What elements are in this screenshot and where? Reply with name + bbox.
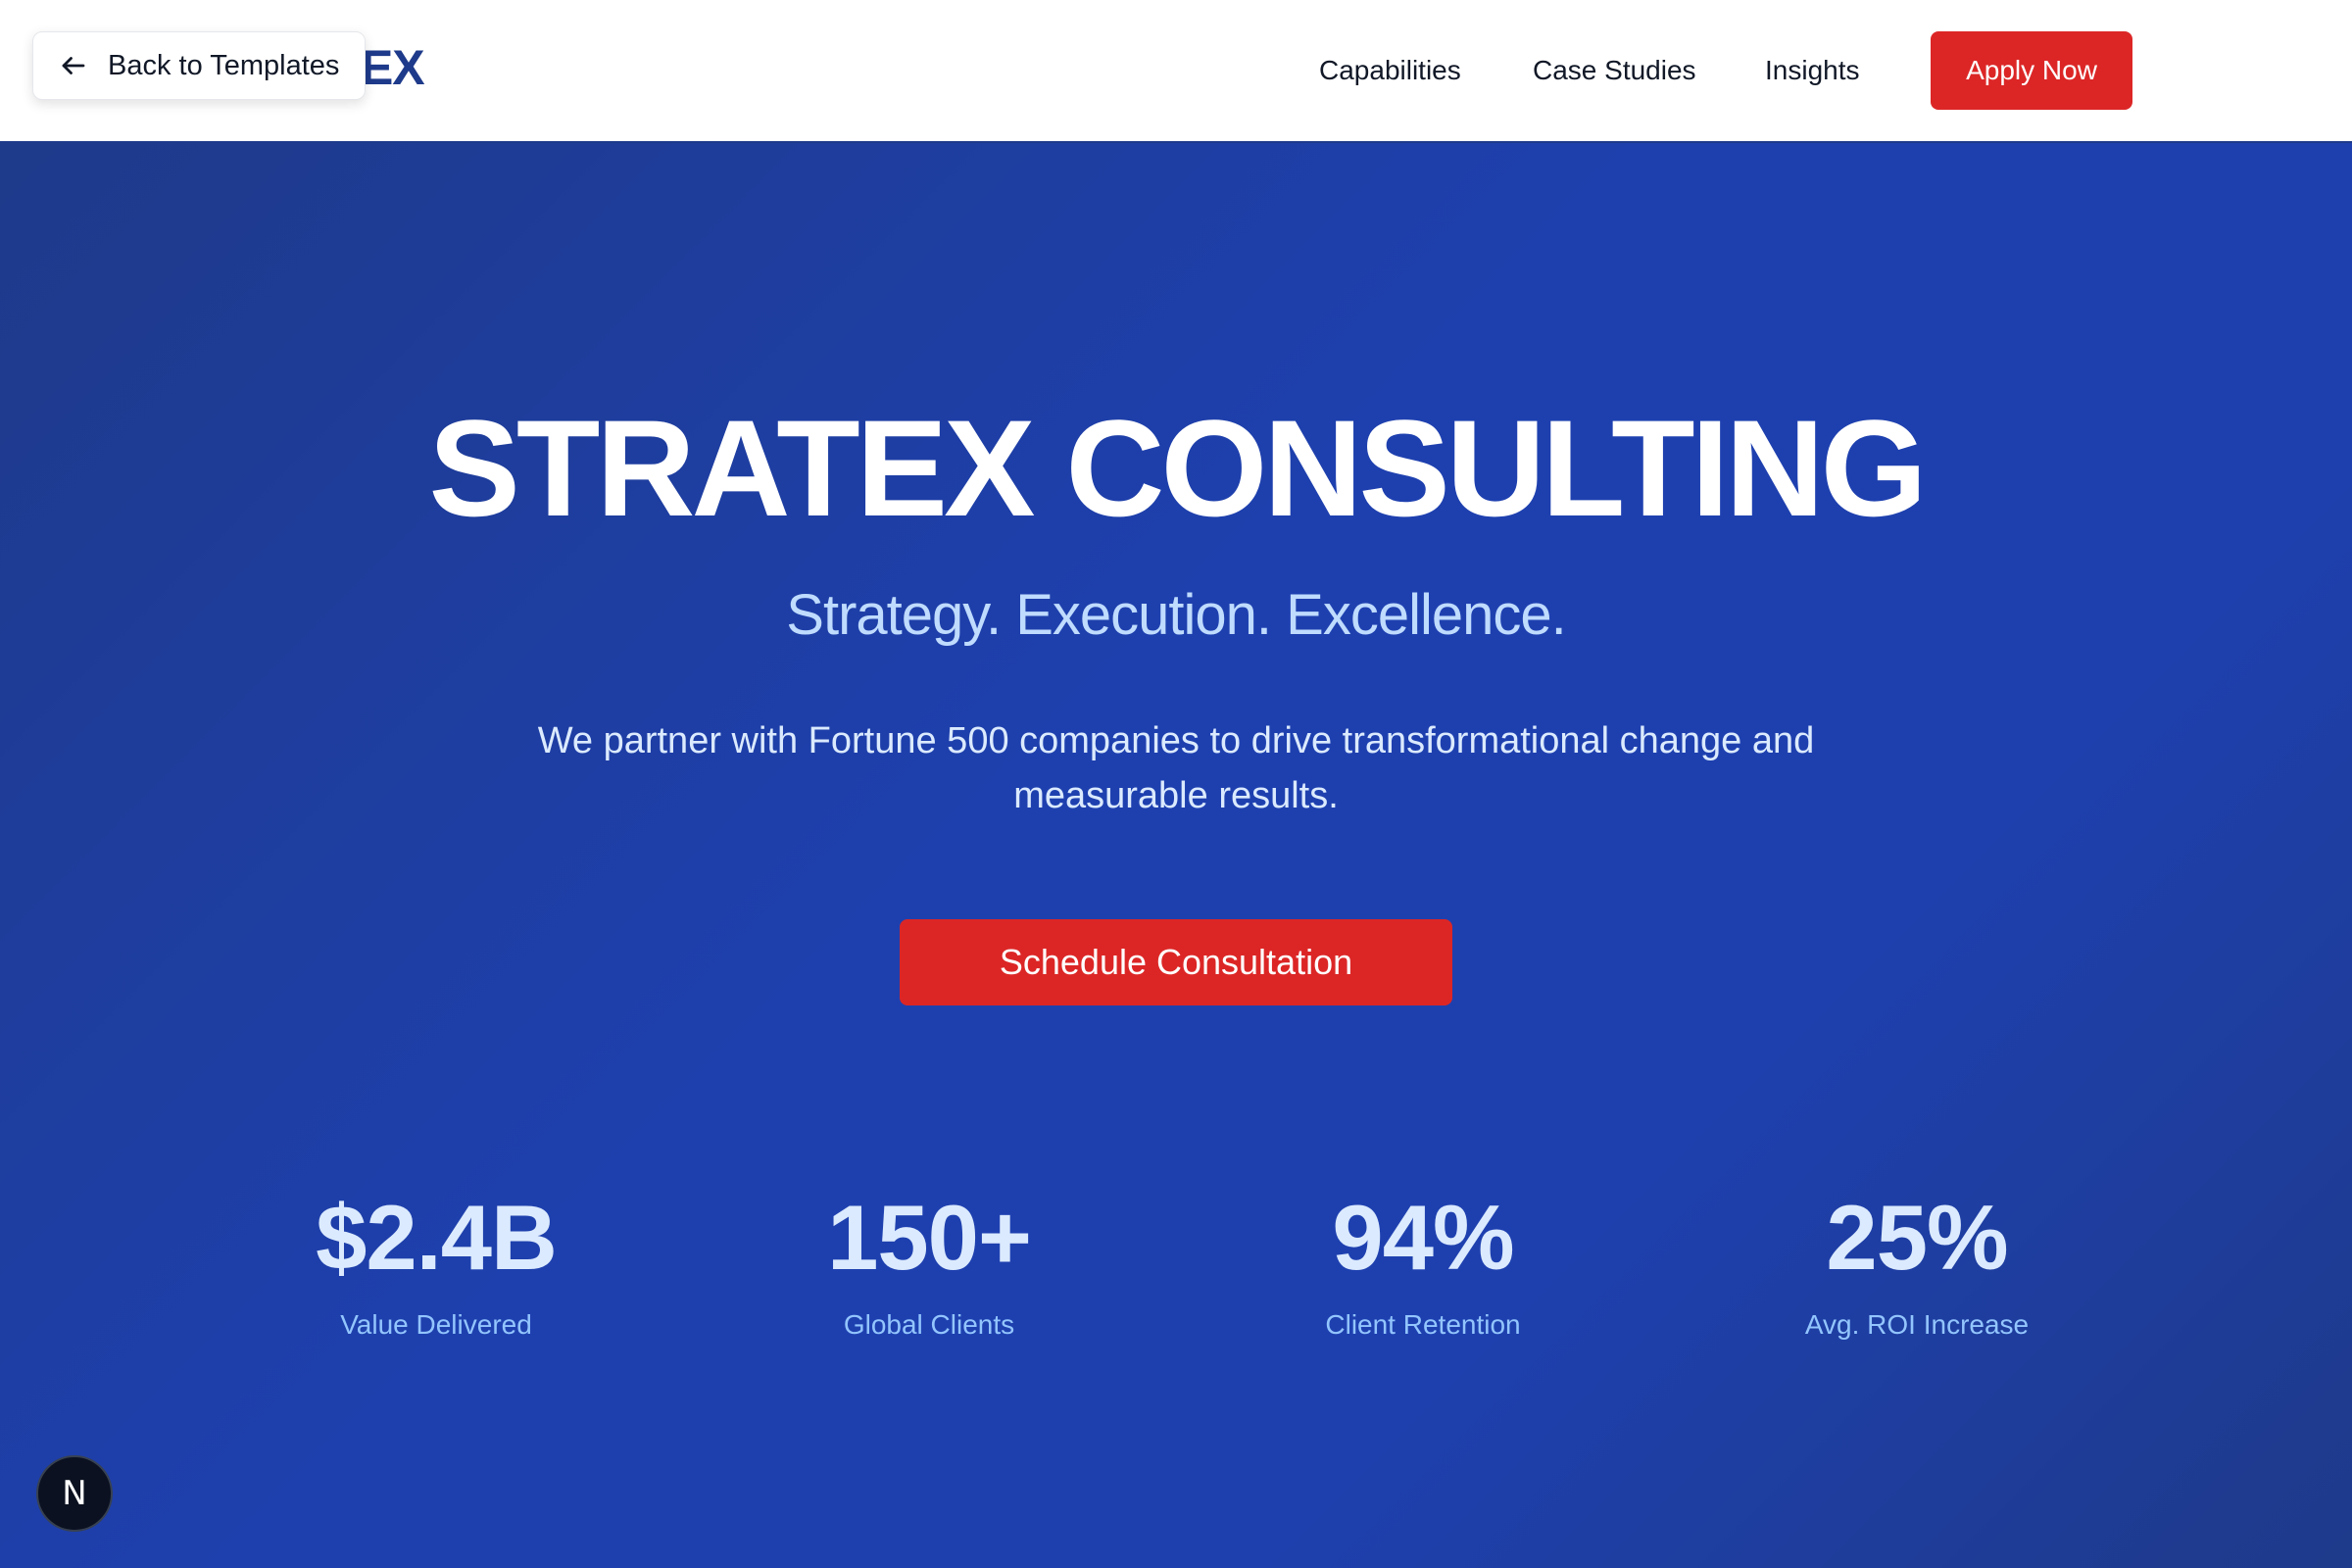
- stat-label: Value Delivered: [340, 1309, 532, 1340]
- nav-link-case-studies[interactable]: Case Studies: [1533, 55, 1696, 86]
- stat-value: $2.4B: [316, 1186, 558, 1289]
- n-logo-icon: N: [62, 1474, 87, 1513]
- stat-label: Avg. ROI Increase: [1804, 1309, 2030, 1340]
- nextjs-dev-badge[interactable]: N: [36, 1455, 113, 1532]
- back-to-templates-label: Back to Templates: [108, 49, 340, 81]
- stat-avg-roi-increase: 25% Avg. ROI Increase: [1711, 1192, 2123, 1341]
- stat-client-retention: 94% Client Retention: [1217, 1192, 1629, 1341]
- stat-value-delivered: $2.4B Value Delivered: [230, 1192, 642, 1341]
- nav-link-insights[interactable]: Insights: [1765, 55, 1860, 86]
- nav-link-capabilities[interactable]: Capabilities: [1319, 55, 1461, 86]
- stat-label: Global Clients: [843, 1309, 1015, 1340]
- hero-section: STRATEX CONSULTING Strategy. Execution. …: [0, 143, 2352, 1568]
- stat-value: 150+: [827, 1186, 1032, 1289]
- site-header: STRATEX Back to Templates Capabilities C…: [0, 0, 2352, 143]
- stat-value: 25%: [1826, 1186, 2008, 1289]
- stat-value: 94%: [1332, 1186, 1514, 1289]
- stat-label: Client Retention: [1325, 1309, 1521, 1340]
- arrow-left-icon: [59, 51, 88, 80]
- stat-global-clients: 150+ Global Clients: [723, 1192, 1135, 1341]
- schedule-consultation-button[interactable]: Schedule Consultation: [900, 919, 1452, 1005]
- apply-now-button[interactable]: Apply Now: [1931, 31, 2132, 110]
- hero-tagline: Strategy. Execution. Excellence.: [786, 583, 1566, 647]
- back-to-templates-button[interactable]: Back to Templates: [32, 31, 366, 100]
- hero-description: We partner with Fortune 500 companies to…: [537, 720, 1815, 816]
- hero-title: STRATEX CONSULTING: [428, 391, 1927, 545]
